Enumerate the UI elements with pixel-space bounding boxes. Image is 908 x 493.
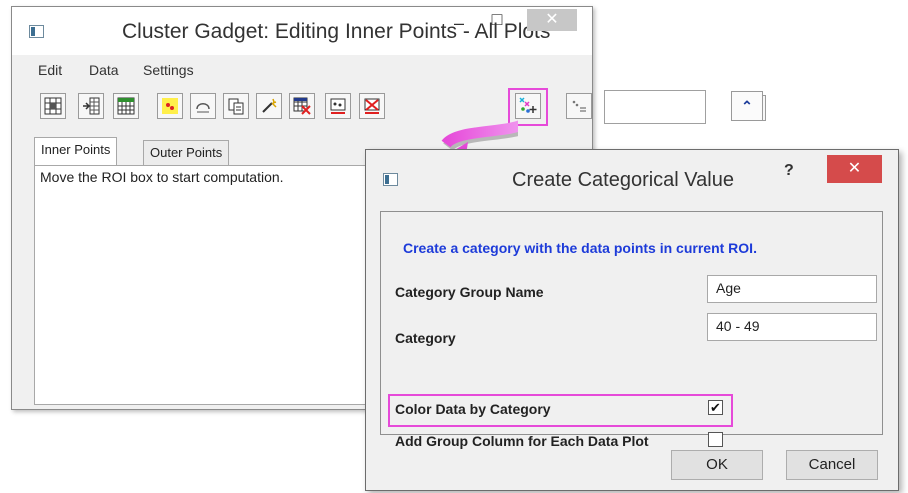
ok-button[interactable]: OK xyxy=(671,450,763,480)
menu-settings[interactable]: Settings xyxy=(143,62,194,78)
main-close-button[interactable]: ✕ xyxy=(527,9,577,31)
app-icon xyxy=(29,25,44,38)
main-titlebar[interactable]: Cluster Gadget: Editing Inner Points - A… xyxy=(12,7,592,55)
add-group-column-checkbox[interactable] xyxy=(708,432,723,447)
category-group-name-label: Category Group Name xyxy=(395,284,544,300)
toolbar-text-box[interactable] xyxy=(604,90,706,124)
tab-outer-points[interactable]: Outer Points xyxy=(143,140,230,165)
dialog-settings-group: Create a category with the data points i… xyxy=(380,211,883,449)
add-group-column-label: Add Group Column for Each Data Plot xyxy=(395,433,649,449)
minimize-button[interactable]: – xyxy=(444,13,474,33)
undo-curve-icon[interactable] xyxy=(190,93,216,119)
tab-inner-points[interactable]: Inner Points xyxy=(34,137,118,166)
legend-icon[interactable] xyxy=(566,93,592,119)
menu-edit[interactable]: Edit xyxy=(38,62,62,78)
color-data-checkbox[interactable]: ✔ xyxy=(708,400,723,415)
menu-data[interactable]: Data xyxy=(89,62,119,78)
grid-layout-icon[interactable] xyxy=(40,93,66,119)
maximize-button[interactable]: □ xyxy=(482,9,512,29)
scatter-points-icon[interactable] xyxy=(157,93,183,119)
cancel-button[interactable]: Cancel xyxy=(786,450,878,480)
table-icon[interactable] xyxy=(113,93,139,119)
status-message: Move the ROI box to start computation. xyxy=(40,169,284,185)
help-button[interactable]: ? xyxy=(784,162,794,180)
create-categorical-value-dialog: Create Categorical Value ? ✕ Create a ca… xyxy=(365,149,899,491)
category-label: Category xyxy=(395,330,456,346)
dialog-app-icon xyxy=(383,173,398,186)
collapse-up-icon: ⌃ xyxy=(741,98,753,114)
collapse-button[interactable]: ⌃ xyxy=(731,91,763,121)
mask-points-icon[interactable] xyxy=(325,93,351,119)
menubar: Edit Data Settings xyxy=(12,56,592,82)
dialog-close-button[interactable]: ✕ xyxy=(827,155,882,183)
unmask-points-icon[interactable] xyxy=(359,93,385,119)
copy-icon[interactable] xyxy=(223,93,249,119)
category-group-name-input[interactable]: Age xyxy=(707,275,877,303)
color-data-label: Color Data by Category xyxy=(395,401,551,417)
category-input[interactable]: 40 - 49 xyxy=(707,313,877,341)
dialog-instruction: Create a category with the data points i… xyxy=(403,240,757,256)
add-column-icon[interactable] xyxy=(78,93,104,119)
remove-data-icon[interactable] xyxy=(289,93,315,119)
dialog-title: Create Categorical Value xyxy=(512,169,734,191)
magic-wand-icon[interactable] xyxy=(256,93,282,119)
